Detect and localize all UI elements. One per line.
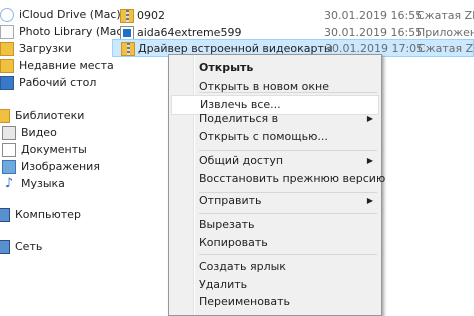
nav-item-label: Photo Library (Mac) (19, 25, 127, 38)
application-icon (120, 26, 134, 40)
menu-item-label: Вырезать (199, 218, 255, 231)
nav-item-label: Загрузки (19, 42, 72, 55)
documents-library-icon (2, 142, 16, 157)
menu-item-open-with[interactable]: Открыть с помощью... (171, 127, 379, 147)
nav-item-pictures[interactable]: Изображения (2, 158, 100, 175)
nav-item-label: Изображения (21, 160, 100, 173)
file-name: 0902 (137, 9, 165, 22)
submenu-arrow-icon: ▶ (366, 196, 373, 205)
zip-folder-icon (120, 9, 134, 23)
menu-item-copy[interactable]: Копировать (171, 233, 379, 253)
network-icon (0, 239, 10, 254)
file-date: 30.01.2019 16:55 (324, 9, 423, 22)
context-menu: Открыть Открыть в новом окне Извлечь все… (168, 54, 385, 316)
file-row[interactable]: 0902 30.01.2019 16:55 Сжатая ZIP-... (112, 7, 474, 25)
menu-item-open[interactable]: Открыть (171, 58, 379, 78)
photo-library-icon (0, 24, 14, 39)
navigation-pane: iCloud Drive (Mac) Photo Library (Mac) З… (0, 0, 127, 316)
menu-separator (199, 92, 377, 93)
nav-item-label: Сеть (15, 240, 43, 253)
file-type: Сжатая ZIP-... (418, 42, 474, 55)
nav-item-label: Музыка (21, 177, 65, 190)
submenu-arrow-icon: ▶ (366, 114, 373, 123)
nav-item-icloud-drive[interactable]: iCloud Drive (Mac) (0, 6, 121, 23)
menu-item-sharing[interactable]: Общий доступ ▶ (171, 151, 379, 171)
menu-item-restore-previous[interactable]: Восстановить прежнюю версию (171, 169, 385, 189)
computer-icon (0, 207, 10, 222)
zip-folder-icon (121, 42, 135, 56)
video-library-icon (2, 125, 16, 140)
icloud-drive-icon (0, 7, 14, 22)
nav-item-video[interactable]: Видео (2, 124, 57, 141)
libraries-icon (0, 108, 10, 123)
menu-item-label: Восстановить прежнюю версию (199, 172, 386, 185)
nav-item-label: Рабочий стол (19, 76, 97, 89)
menu-item-label: Копировать (199, 236, 268, 249)
nav-item-label: Недавние места (19, 59, 114, 72)
menu-item-label: Создать ярлык (199, 260, 286, 273)
nav-item-recent-places[interactable]: Недавние места (0, 57, 114, 74)
nav-item-desktop[interactable]: Рабочий стол (0, 74, 96, 91)
nav-item-music[interactable]: ♪ Музыка (2, 175, 65, 192)
menu-item-label: Открыть с помощью... (199, 130, 328, 143)
nav-item-label: Компьютер (15, 208, 81, 221)
nav-item-label: Документы (21, 143, 87, 156)
menu-item-send-to[interactable]: Отправить ▶ (171, 191, 379, 211)
menu-item-rename[interactable]: Переименовать (171, 292, 379, 312)
nav-item-documents[interactable]: Документы (2, 141, 87, 158)
nav-item-photo-library[interactable]: Photo Library (Mac) (0, 23, 127, 40)
menu-item-label: Удалить (199, 278, 248, 291)
music-library-icon: ♪ (4, 175, 14, 191)
nav-item-libraries[interactable]: Библиотеки (0, 107, 84, 124)
menu-item-open-new-window[interactable]: Открыть в новом окне (171, 77, 379, 97)
menu-item-label: Общий доступ (199, 154, 284, 167)
menu-item-label: Переименовать (199, 295, 291, 308)
nav-item-label: Видео (21, 126, 57, 139)
nav-item-label: Библиотеки (15, 109, 85, 122)
menu-item-label: Отправить (199, 194, 262, 207)
nav-item-network[interactable]: Сеть (0, 238, 42, 255)
menu-item-label: Открыть (199, 61, 254, 74)
downloads-icon (0, 41, 14, 56)
pictures-library-icon (2, 159, 16, 174)
file-type: Сжатая ZIP-... (417, 9, 474, 22)
nav-item-downloads[interactable]: Загрузки (0, 40, 72, 57)
menu-item-share-with[interactable]: Поделиться в ▶ (171, 109, 379, 129)
recent-places-icon (0, 58, 14, 73)
menu-item-label: Поделиться в (199, 112, 279, 125)
nav-item-computer[interactable]: Компьютер (0, 206, 81, 223)
nav-item-label: iCloud Drive (Mac) (19, 8, 121, 21)
desktop-icon (0, 75, 14, 90)
menu-separator (199, 213, 377, 214)
menu-item-cut[interactable]: Вырезать (171, 215, 379, 235)
menu-item-create-shortcut[interactable]: Создать ярлык (171, 257, 379, 277)
submenu-arrow-icon: ▶ (366, 156, 373, 165)
menu-separator (199, 254, 377, 255)
